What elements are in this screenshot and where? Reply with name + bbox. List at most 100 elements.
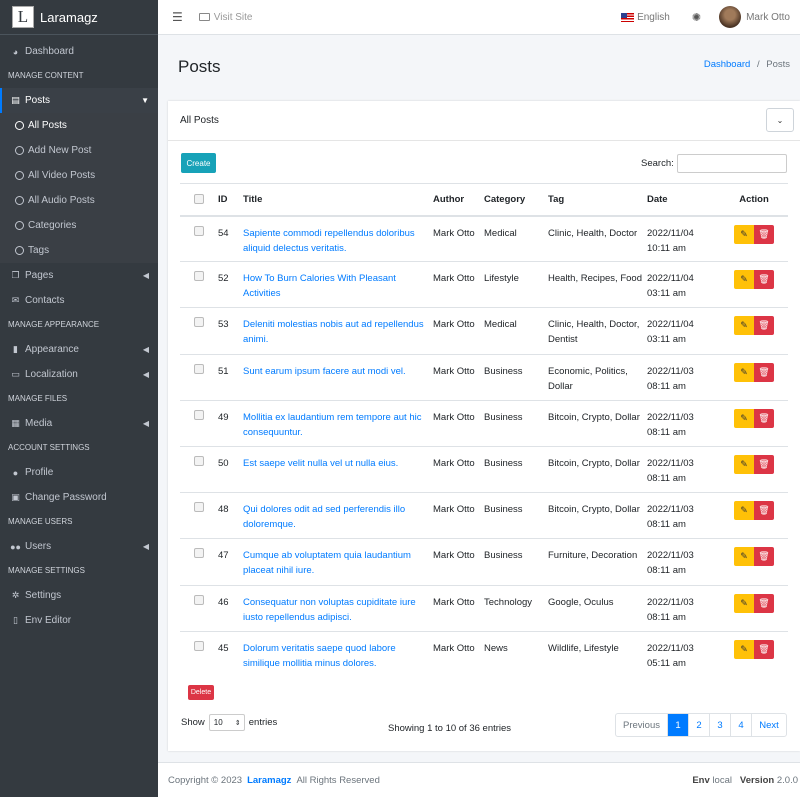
edit-button[interactable]: ✎ — [734, 454, 754, 474]
post-title-link[interactable]: Est saepe velit nulla vel ut nulla eius. — [243, 458, 398, 469]
pagination-page[interactable]: 3 — [710, 714, 731, 736]
pencil-icon: ✎ — [740, 597, 748, 608]
col-category[interactable]: Category — [482, 183, 546, 217]
filter-select[interactable]: ⌄ — [766, 108, 794, 132]
footer-rights: All Rights Reserved — [296, 774, 380, 786]
sidebar-item-all-posts[interactable]: All Posts — [0, 113, 158, 138]
row-checkbox[interactable] — [194, 363, 204, 374]
cell-date: 2022/11/03 08:11 am — [645, 445, 720, 493]
avatar[interactable] — [719, 6, 742, 28]
delete-button[interactable]: 🗑 — [754, 224, 774, 244]
edit-button[interactable]: ✎ — [734, 639, 754, 659]
sidebar-item-settings[interactable]: ✲ Settings — [0, 583, 158, 608]
edit-button[interactable]: ✎ — [734, 316, 754, 336]
sidebar-item-users[interactable]: ●● Users ◀ — [0, 534, 158, 559]
delete-button[interactable]: 🗑 — [754, 454, 774, 474]
post-title-link[interactable]: Mollitia ex laudantium rem tempore aut h… — [243, 412, 421, 438]
pagination-previous[interactable]: Previous — [616, 714, 668, 736]
delete-button[interactable]: 🗑 — [754, 501, 774, 521]
sidebar-item-media[interactable]: ▦ Media ◀ — [0, 411, 158, 436]
post-title-link[interactable]: How To Burn Calories With Pleasant Activ… — [243, 273, 396, 299]
table-row: 52 How To Burn Calories With Pleasant Act… — [180, 261, 788, 308]
post-title-link[interactable]: Dolorum veritatis saepe quod labore simi… — [243, 643, 396, 669]
row-checkbox[interactable] — [194, 225, 204, 236]
sidebar-item-appearance[interactable]: ▮ Appearance ◀ — [0, 337, 158, 362]
edit-button[interactable]: ✎ — [734, 547, 754, 567]
delete-button[interactable]: 🗑 — [754, 547, 774, 567]
col-title[interactable]: Title — [241, 183, 431, 217]
col-author[interactable]: Author — [431, 183, 482, 217]
row-checkbox[interactable] — [194, 409, 204, 420]
cell-id: 47 — [216, 538, 241, 585]
post-title-link[interactable]: Sapiente commodi repellendus doloribus a… — [243, 228, 415, 254]
bulk-delete-button[interactable]: Delete — [188, 685, 214, 700]
pagination-next[interactable]: Next — [752, 714, 786, 736]
post-title-link[interactable]: Qui dolores odit ad sed perferendis illo… — [243, 504, 405, 530]
pagination-page[interactable]: 1 — [668, 714, 689, 736]
sidebar-item-profile[interactable]: ● Profile — [0, 460, 158, 485]
col-id[interactable]: ID — [216, 183, 241, 217]
pencil-icon: ✎ — [740, 551, 748, 562]
cell-id: 45 — [216, 630, 241, 678]
footer-brand-link[interactable]: Laramagz — [247, 775, 291, 786]
edit-button[interactable]: ✎ — [734, 224, 754, 244]
row-checkbox[interactable] — [194, 594, 204, 605]
copy-icon: ❐ — [11, 270, 20, 280]
edit-button[interactable]: ✎ — [734, 362, 754, 382]
trash-icon: 🗑 — [758, 228, 770, 239]
sidebar-item-localization[interactable]: ▭ Localization ◀ — [0, 362, 158, 387]
breadcrumb-dashboard-link[interactable]: Dashboard — [704, 59, 750, 70]
search-input[interactable] — [677, 154, 787, 173]
sidebar-item-change-password[interactable]: ▣ Change Password — [0, 485, 158, 510]
delete-button[interactable]: 🗑 — [754, 362, 774, 382]
row-checkbox[interactable] — [194, 640, 204, 651]
post-title-link[interactable]: Consequatur non voluptas cupiditate iure… — [243, 597, 416, 623]
pagination-page[interactable]: 4 — [731, 714, 752, 736]
delete-button[interactable]: 🗑 — [754, 316, 774, 336]
select-all-checkbox[interactable] — [194, 193, 204, 204]
user-menu[interactable]: Mark Otto — [746, 12, 790, 23]
post-title-link[interactable]: Sunt earum ipsum facere aut modi vel. — [243, 366, 406, 377]
col-date[interactable]: Date — [645, 183, 720, 217]
row-checkbox[interactable] — [194, 455, 204, 466]
row-checkbox[interactable] — [194, 502, 204, 513]
post-title-link[interactable]: Cumque ab voluptatem quia laudantium pla… — [243, 550, 411, 576]
sidebar-item-contacts[interactable]: ✉ Contacts — [0, 288, 158, 313]
table-row: 45 Dolorum veritatis saepe quod labore si… — [180, 630, 788, 678]
post-title-link[interactable]: Deleniti molestias nobis aut ad repellen… — [243, 319, 424, 345]
sidebar-item-env-editor[interactable]: ▯ Env Editor — [0, 608, 158, 633]
theme-toggle-icon[interactable]: ✺ — [692, 11, 701, 24]
sidebar-item-pages[interactable]: ❐ Pages ◀ — [0, 263, 158, 288]
row-checkbox[interactable] — [194, 317, 204, 328]
delete-button[interactable]: 🗑 — [754, 639, 774, 659]
edit-button[interactable]: ✎ — [734, 270, 754, 290]
sidebar-item-all-video-posts[interactable]: All Video Posts — [0, 163, 158, 188]
row-checkbox[interactable] — [194, 271, 204, 282]
col-tag[interactable]: Tag — [546, 183, 645, 217]
sidebar-item-categories[interactable]: Categories — [0, 213, 158, 238]
visit-site-link[interactable]: Visit Site — [198, 12, 253, 23]
cell-category: Lifestyle — [482, 261, 546, 308]
trash-icon: 🗑 — [758, 505, 770, 516]
create-button[interactable]: Create — [181, 153, 216, 173]
sidebar-item-tags[interactable]: Tags — [0, 238, 158, 263]
delete-button[interactable]: 🗑 — [754, 270, 774, 290]
delete-button[interactable]: 🗑 — [754, 408, 774, 428]
sidebar-item-dashboard[interactable]: ◕ Dashboard — [0, 39, 158, 64]
page-length-select[interactable]: 10 ⇕ — [208, 714, 245, 731]
row-checkbox[interactable] — [194, 548, 204, 559]
brand[interactable]: L Laramagz — [0, 0, 158, 35]
sidebar-item-posts[interactable]: ▤ Posts ▼ — [0, 88, 158, 113]
newspaper-icon: ▤ — [11, 95, 20, 105]
sidebar-item-add-new-post[interactable]: Add New Post — [0, 138, 158, 163]
edit-button[interactable]: ✎ — [734, 408, 754, 428]
cell-category: Medical — [482, 214, 546, 262]
delete-button[interactable]: 🗑 — [754, 593, 774, 613]
edit-button[interactable]: ✎ — [734, 501, 754, 521]
sidebar-item-all-audio-posts[interactable]: All Audio Posts — [0, 188, 158, 213]
language-selector[interactable]: English — [637, 12, 670, 23]
edit-button[interactable]: ✎ — [734, 593, 754, 613]
menu-toggle-icon[interactable]: ☰ — [172, 10, 183, 24]
desktop-icon — [198, 13, 210, 21]
pagination-page[interactable]: 2 — [689, 714, 710, 736]
